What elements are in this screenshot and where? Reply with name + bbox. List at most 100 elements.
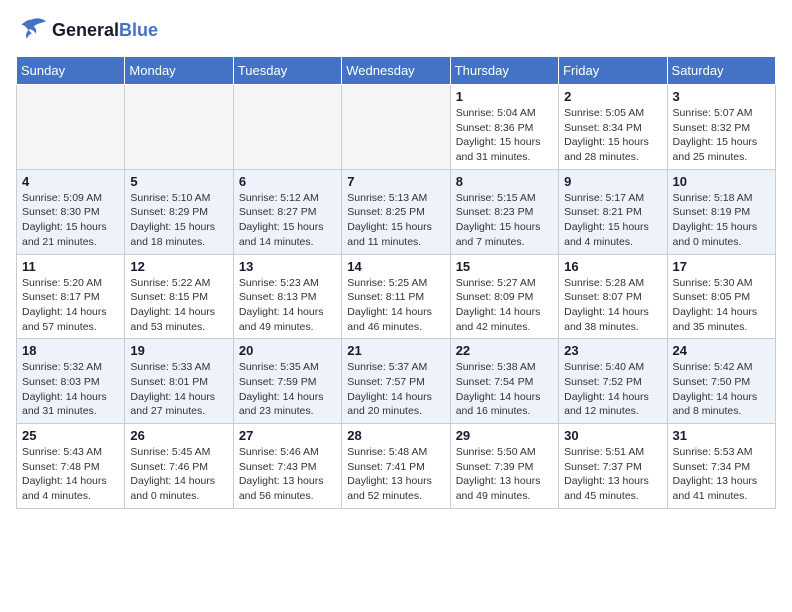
day-info: Sunrise: 5:33 AM Sunset: 8:01 PM Dayligh… bbox=[130, 360, 227, 419]
day-info: Sunrise: 5:35 AM Sunset: 7:59 PM Dayligh… bbox=[239, 360, 336, 419]
calendar-cell: 18 Sunrise: 5:32 AM Sunset: 8:03 PM Dayli… bbox=[17, 339, 125, 424]
day-number: 9 bbox=[564, 174, 661, 189]
day-number: 27 bbox=[239, 428, 336, 443]
calendar-cell: 21Sunrise: 5:37 AM Sunset: 7:57 PM Dayli… bbox=[342, 339, 450, 424]
day-number: 19 bbox=[130, 343, 227, 358]
calendar-cell: 13 Sunrise: 5:23 AM Sunset: 8:13 PM Dayli… bbox=[233, 254, 341, 339]
day-info: Sunrise: 5:17 AM Sunset: 8:21 PM Dayligh… bbox=[564, 191, 661, 250]
day-number: 4 bbox=[22, 174, 119, 189]
day-number: 24 bbox=[673, 343, 770, 358]
calendar-cell: 8 Sunrise: 5:15 AM Sunset: 8:23 PM Daylig… bbox=[450, 169, 558, 254]
day-number: 13 bbox=[239, 259, 336, 274]
calendar-cell: 15 Sunrise: 5:27 AM Sunset: 8:09 PM Dayli… bbox=[450, 254, 558, 339]
day-info: Sunrise: 5:50 AM Sunset: 7:39 PM Dayligh… bbox=[456, 445, 553, 504]
calendar-cell: 26Sunrise: 5:45 AM Sunset: 7:46 PM Dayli… bbox=[125, 424, 233, 509]
day-number: 21 bbox=[347, 343, 444, 358]
day-info: Sunrise: 5:28 AM Sunset: 8:07 PM Dayligh… bbox=[564, 276, 661, 335]
day-number: 16 bbox=[564, 259, 661, 274]
calendar-week-row: 25 Sunrise: 5:43 AM Sunset: 7:48 PM Dayli… bbox=[17, 424, 776, 509]
calendar-week-row: 18 Sunrise: 5:32 AM Sunset: 8:03 PM Dayli… bbox=[17, 339, 776, 424]
day-info: Sunrise: 5:13 AM Sunset: 8:25 PM Dayligh… bbox=[347, 191, 444, 250]
calendar-cell: 11 Sunrise: 5:20 AM Sunset: 8:17 PM Dayli… bbox=[17, 254, 125, 339]
day-number: 18 bbox=[22, 343, 119, 358]
day-info: Sunrise: 5:23 AM Sunset: 8:13 PM Dayligh… bbox=[239, 276, 336, 335]
weekday-header-thursday: Thursday bbox=[450, 57, 558, 85]
day-info: Sunrise: 5:53 AM Sunset: 7:34 PM Dayligh… bbox=[673, 445, 770, 504]
day-info: Sunrise: 5:15 AM Sunset: 8:23 PM Dayligh… bbox=[456, 191, 553, 250]
calendar-week-row: 4 Sunrise: 5:09 AM Sunset: 8:30 PM Daylig… bbox=[17, 169, 776, 254]
day-number: 6 bbox=[239, 174, 336, 189]
calendar-cell: 17 Sunrise: 5:30 AM Sunset: 8:05 PM Dayli… bbox=[667, 254, 775, 339]
day-info: Sunrise: 5:09 AM Sunset: 8:30 PM Dayligh… bbox=[22, 191, 119, 250]
weekday-header-monday: Monday bbox=[125, 57, 233, 85]
calendar-cell: 25 Sunrise: 5:43 AM Sunset: 7:48 PM Dayli… bbox=[17, 424, 125, 509]
calendar-cell: 4 Sunrise: 5:09 AM Sunset: 8:30 PM Daylig… bbox=[17, 169, 125, 254]
weekday-header-friday: Friday bbox=[559, 57, 667, 85]
day-info: Sunrise: 5:46 AM Sunset: 7:43 PM Dayligh… bbox=[239, 445, 336, 504]
day-info: Sunrise: 5:22 AM Sunset: 8:15 PM Dayligh… bbox=[130, 276, 227, 335]
day-info: Sunrise: 5:51 AM Sunset: 7:37 PM Dayligh… bbox=[564, 445, 661, 504]
calendar-cell: 1Sunrise: 5:04 AM Sunset: 8:36 PM Daylig… bbox=[450, 85, 558, 170]
calendar-cell: 3Sunrise: 5:07 AM Sunset: 8:32 PM Daylig… bbox=[667, 85, 775, 170]
calendar-cell: 6 Sunrise: 5:12 AM Sunset: 8:27 PM Daylig… bbox=[233, 169, 341, 254]
calendar-table: SundayMondayTuesdayWednesdayThursdayFrid… bbox=[16, 56, 776, 509]
day-number: 7 bbox=[347, 174, 444, 189]
calendar-cell: 12 Sunrise: 5:22 AM Sunset: 8:15 PM Dayli… bbox=[125, 254, 233, 339]
calendar-cell bbox=[17, 85, 125, 170]
calendar-cell bbox=[125, 85, 233, 170]
day-number: 1 bbox=[456, 89, 553, 104]
calendar-header-row: SundayMondayTuesdayWednesdayThursdayFrid… bbox=[17, 57, 776, 85]
calendar-cell: 7 Sunrise: 5:13 AM Sunset: 8:25 PM Daylig… bbox=[342, 169, 450, 254]
weekday-header-sunday: Sunday bbox=[17, 57, 125, 85]
calendar-cell bbox=[233, 85, 341, 170]
day-number: 25 bbox=[22, 428, 119, 443]
day-info: Sunrise: 5:12 AM Sunset: 8:27 PM Dayligh… bbox=[239, 191, 336, 250]
logo: GeneralBlue bbox=[16, 16, 158, 44]
day-number: 2 bbox=[564, 89, 661, 104]
day-number: 29 bbox=[456, 428, 553, 443]
header: GeneralBlue bbox=[16, 16, 776, 44]
day-info: Sunrise: 5:42 AM Sunset: 7:50 PM Dayligh… bbox=[673, 360, 770, 419]
day-info: Sunrise: 5:40 AM Sunset: 7:52 PM Dayligh… bbox=[564, 360, 661, 419]
day-info: Sunrise: 5:48 AM Sunset: 7:41 PM Dayligh… bbox=[347, 445, 444, 504]
calendar-cell: 29 Sunrise: 5:50 AM Sunset: 7:39 PM Dayli… bbox=[450, 424, 558, 509]
calendar-cell: 24 Sunrise: 5:42 AM Sunset: 7:50 PM Dayli… bbox=[667, 339, 775, 424]
day-number: 8 bbox=[456, 174, 553, 189]
calendar-cell: 5 Sunrise: 5:10 AM Sunset: 8:29 PM Daylig… bbox=[125, 169, 233, 254]
day-info: Sunrise: 5:30 AM Sunset: 8:05 PM Dayligh… bbox=[673, 276, 770, 335]
day-info: Sunrise: 5:25 AM Sunset: 8:11 PM Dayligh… bbox=[347, 276, 444, 335]
calendar-cell: 19 Sunrise: 5:33 AM Sunset: 8:01 PM Dayli… bbox=[125, 339, 233, 424]
calendar-cell bbox=[342, 85, 450, 170]
day-info: Sunrise: 5:38 AM Sunset: 7:54 PM Dayligh… bbox=[456, 360, 553, 419]
weekday-header-saturday: Saturday bbox=[667, 57, 775, 85]
day-info: Sunrise: 5:27 AM Sunset: 8:09 PM Dayligh… bbox=[456, 276, 553, 335]
day-number: 12 bbox=[130, 259, 227, 274]
day-number: 3 bbox=[673, 89, 770, 104]
calendar-cell: 30 Sunrise: 5:51 AM Sunset: 7:37 PM Dayli… bbox=[559, 424, 667, 509]
day-info: Sunrise: 5:05 AM Sunset: 8:34 PM Dayligh… bbox=[564, 106, 661, 165]
logo-icon bbox=[16, 16, 48, 44]
day-number: 28 bbox=[347, 428, 444, 443]
calendar-cell: 20Sunrise: 5:35 AM Sunset: 7:59 PM Dayli… bbox=[233, 339, 341, 424]
day-info: Sunrise: 5:20 AM Sunset: 8:17 PM Dayligh… bbox=[22, 276, 119, 335]
day-number: 5 bbox=[130, 174, 227, 189]
day-number: 11 bbox=[22, 259, 119, 274]
calendar-cell: 14Sunrise: 5:25 AM Sunset: 8:11 PM Dayli… bbox=[342, 254, 450, 339]
weekday-header-tuesday: Tuesday bbox=[233, 57, 341, 85]
day-number: 15 bbox=[456, 259, 553, 274]
calendar-week-row: 1Sunrise: 5:04 AM Sunset: 8:36 PM Daylig… bbox=[17, 85, 776, 170]
calendar-cell: 9 Sunrise: 5:17 AM Sunset: 8:21 PM Daylig… bbox=[559, 169, 667, 254]
calendar-cell: 23 Sunrise: 5:40 AM Sunset: 7:52 PM Dayli… bbox=[559, 339, 667, 424]
day-info: Sunrise: 5:10 AM Sunset: 8:29 PM Dayligh… bbox=[130, 191, 227, 250]
day-number: 10 bbox=[673, 174, 770, 189]
day-number: 23 bbox=[564, 343, 661, 358]
day-number: 17 bbox=[673, 259, 770, 274]
day-info: Sunrise: 5:45 AM Sunset: 7:46 PM Dayligh… bbox=[130, 445, 227, 504]
calendar-cell: 31 Sunrise: 5:53 AM Sunset: 7:34 PM Dayli… bbox=[667, 424, 775, 509]
day-info: Sunrise: 5:32 AM Sunset: 8:03 PM Dayligh… bbox=[22, 360, 119, 419]
calendar-week-row: 11 Sunrise: 5:20 AM Sunset: 8:17 PM Dayli… bbox=[17, 254, 776, 339]
day-info: Sunrise: 5:43 AM Sunset: 7:48 PM Dayligh… bbox=[22, 445, 119, 504]
day-number: 30 bbox=[564, 428, 661, 443]
day-number: 31 bbox=[673, 428, 770, 443]
logo-text: GeneralBlue bbox=[52, 20, 158, 41]
